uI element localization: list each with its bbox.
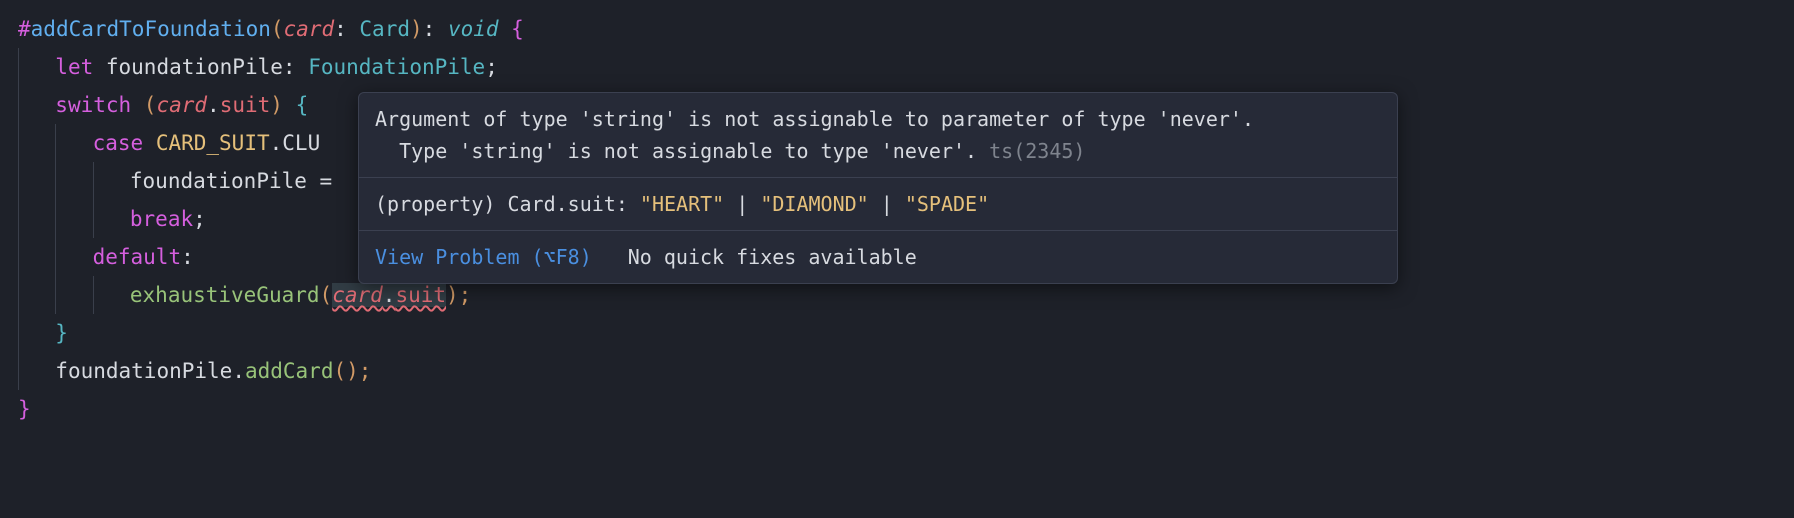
signature-value: "SPADE"	[905, 192, 989, 216]
token-punc: :	[423, 17, 448, 41]
token-paren: );	[446, 283, 471, 307]
indent-guide	[55, 200, 67, 238]
signature-value: "DIAMOND"	[760, 192, 868, 216]
token-var: foundationPile	[130, 169, 307, 193]
code-line[interactable]: foundationPile.addCard();	[18, 352, 1794, 390]
token-punc: ;	[193, 207, 206, 231]
error-span[interactable]: card.suit	[332, 283, 446, 307]
view-problem-link[interactable]: View Problem (⌥F8)	[375, 241, 592, 273]
token-dot: .	[383, 283, 396, 307]
signature-sep: |	[869, 192, 905, 216]
token-function-call: exhaustiveGuard	[130, 283, 320, 307]
token-brace: }	[18, 397, 31, 421]
token-keyword: let	[55, 55, 93, 79]
indent-guide	[55, 124, 67, 162]
indent-guide	[55, 238, 67, 276]
token-dot: .	[270, 131, 283, 155]
signature-prefix: (property) Card.suit:	[375, 192, 640, 216]
token-param: card	[284, 17, 335, 41]
indent-guide	[55, 162, 67, 200]
token-paren: )	[410, 17, 423, 41]
token-method-name: addCardToFoundation	[31, 17, 271, 41]
token-var: foundationPile	[55, 359, 232, 383]
token-paren: (	[320, 283, 333, 307]
token-object: card	[156, 93, 207, 117]
token-operator: =	[307, 169, 332, 193]
token-punc: :	[181, 245, 194, 269]
code-line[interactable]: }	[18, 314, 1794, 352]
indent-guide	[18, 48, 30, 86]
hover-error-message: Argument of type 'string' is not assigna…	[359, 93, 1397, 178]
token-keyword: break	[130, 207, 193, 231]
signature-sep: |	[724, 192, 760, 216]
token-dot: .	[232, 359, 245, 383]
indent-guide	[18, 162, 30, 200]
indent-guide	[93, 162, 105, 200]
token-type: Card	[359, 17, 410, 41]
token-parens: ();	[333, 359, 371, 383]
token-property: suit	[395, 283, 446, 307]
error-text-line1: Argument of type 'string' is not assigna…	[375, 107, 1254, 131]
indent-guide	[55, 276, 67, 314]
token-paren: )	[270, 93, 295, 117]
token-type: FoundationPile	[308, 55, 485, 79]
indent-guide	[18, 124, 30, 162]
token-member: CLU	[282, 131, 320, 155]
no-quick-fix-text: No quick fixes available	[628, 241, 917, 273]
indent-guide	[18, 86, 30, 124]
token-brace: {	[499, 17, 524, 41]
token-keyword: switch	[55, 93, 131, 117]
token-property: suit	[220, 93, 271, 117]
hover-tooltip[interactable]: Argument of type 'string' is not assigna…	[358, 92, 1398, 284]
token-paren: (	[271, 17, 284, 41]
token-constant: CARD_SUIT	[156, 131, 270, 155]
token-dot: .	[207, 93, 220, 117]
token-space	[143, 131, 156, 155]
indent-guide	[18, 238, 30, 276]
token-brace: }	[55, 321, 68, 345]
token-void: void	[448, 17, 499, 41]
indent-guide	[93, 276, 105, 314]
token-hash: #	[18, 17, 31, 41]
error-text-line2: Type 'string' is not assignable to type …	[375, 139, 989, 163]
token-function-call: addCard	[245, 359, 334, 383]
token-keyword: case	[93, 131, 144, 155]
token-punc: ;	[485, 55, 498, 79]
token-paren: (	[131, 93, 156, 117]
indent-guide	[18, 276, 30, 314]
code-line[interactable]: #addCardToFoundation(card: Card): void {	[18, 10, 1794, 48]
hover-type-signature: (property) Card.suit: "HEART" | "DIAMOND…	[359, 178, 1397, 231]
hover-footer: View Problem (⌥F8) No quick fixes availa…	[359, 231, 1397, 283]
indent-guide	[18, 314, 30, 352]
token-var: foundationPile	[93, 55, 283, 79]
indent-guide	[18, 200, 30, 238]
token-punc: :	[283, 55, 308, 79]
token-object: card	[332, 283, 383, 307]
signature-value: "HEART"	[640, 192, 724, 216]
token-punc: :	[334, 17, 359, 41]
token-keyword: default	[93, 245, 182, 269]
code-line[interactable]: }	[18, 390, 1794, 428]
error-code: ts(2345)	[989, 139, 1085, 163]
indent-guide	[18, 352, 30, 390]
token-brace: {	[296, 93, 309, 117]
indent-guide	[93, 200, 105, 238]
code-line[interactable]: let foundationPile: FoundationPile;	[18, 48, 1794, 86]
